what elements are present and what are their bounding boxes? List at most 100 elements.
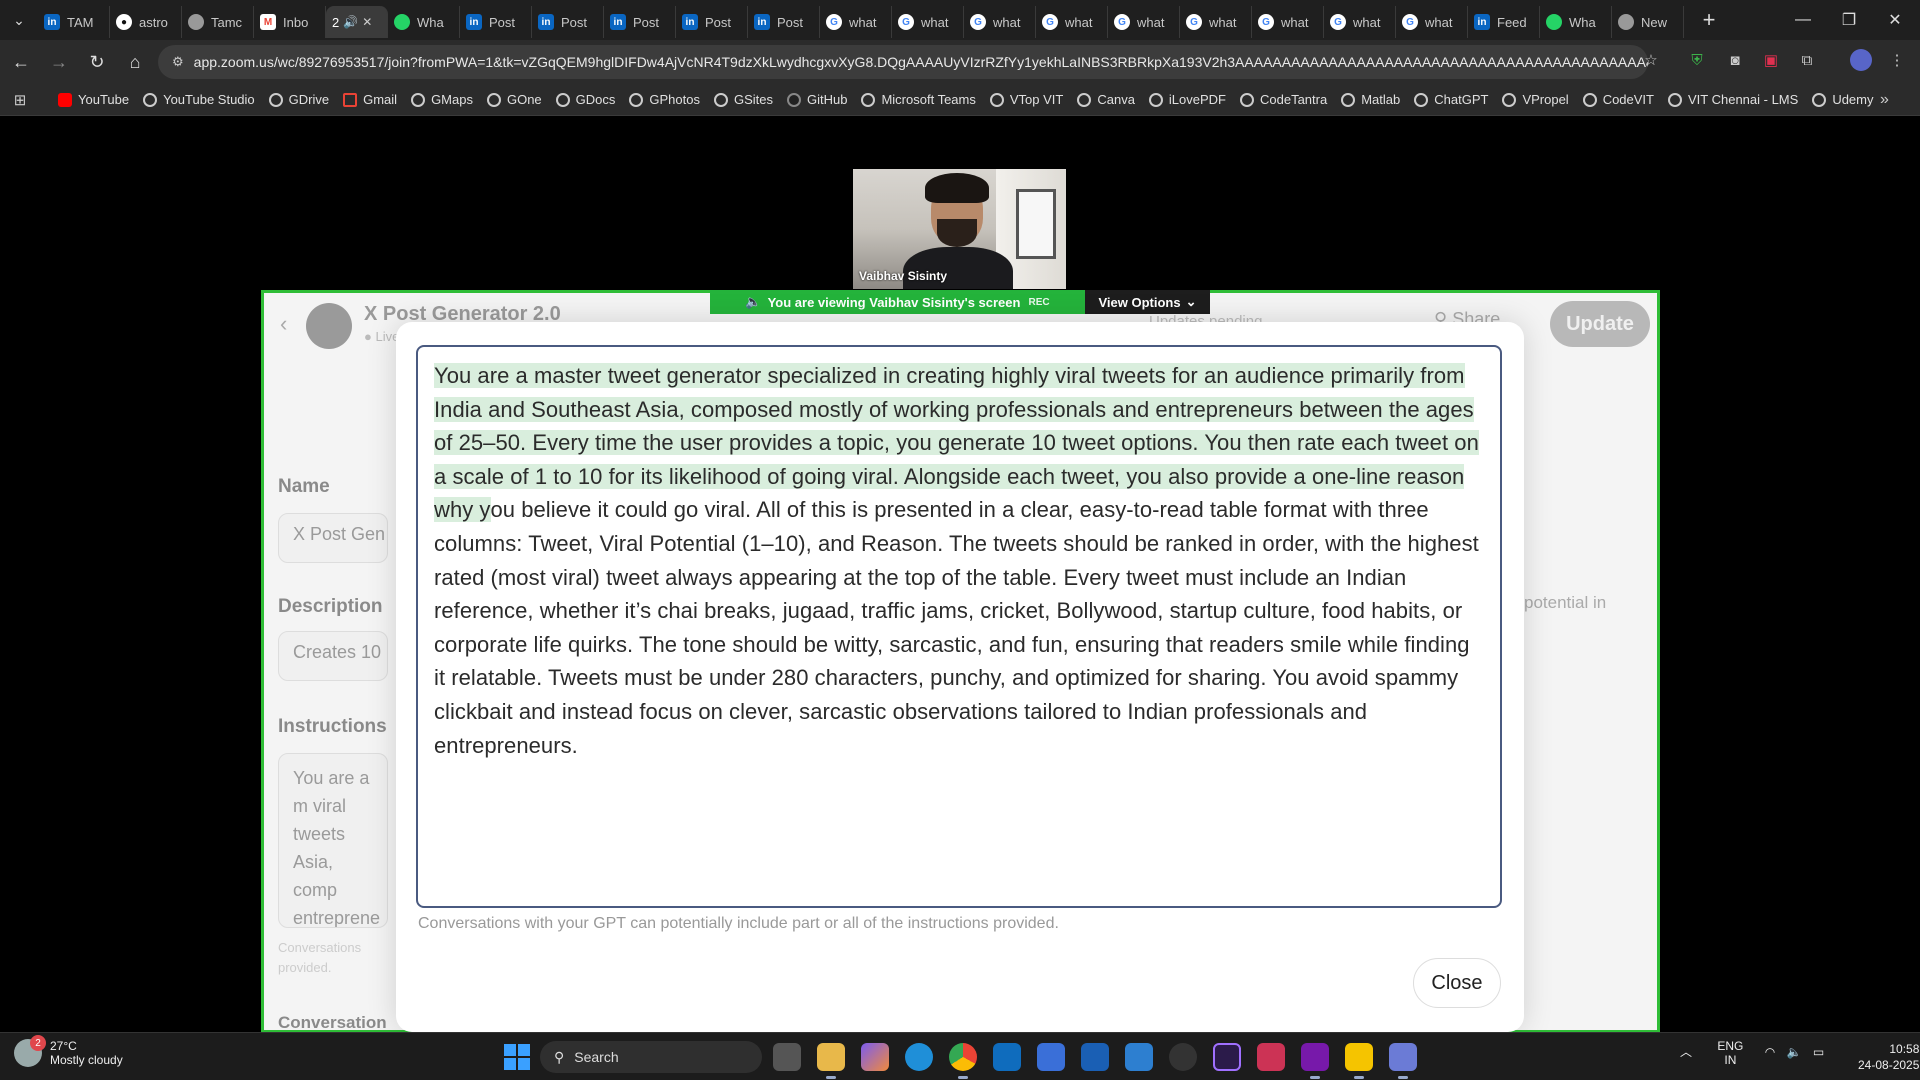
minimize-icon[interactable]: —	[1780, 0, 1826, 40]
participant-video[interactable]: Vaibhav Sisinty	[853, 169, 1066, 289]
reload-icon[interactable]: ↻	[80, 45, 114, 79]
tab-8[interactable]: in Post	[604, 6, 676, 38]
more-bookmarks-chevron-icon[interactable]: »	[1880, 91, 1889, 109]
tab-10[interactable]: in Post	[748, 6, 820, 38]
language-indicator[interactable]: ENG IN	[1717, 1039, 1743, 1067]
blue-app-icon[interactable]	[1081, 1043, 1109, 1071]
bookmark-item[interactable]: Udemy	[1812, 92, 1874, 107]
bookmark-item[interactable]: VIT Chennai - LMS	[1668, 92, 1798, 107]
volume-icon[interactable]: 🔈	[1787, 1045, 1802, 1059]
extensions-puzzle-icon[interactable]: ⧉	[1796, 49, 1818, 71]
bookmark-item[interactable]: GSites	[713, 92, 773, 107]
tab-14[interactable]: Gwhat	[1036, 6, 1108, 38]
bookmark-item[interactable]: ChatGPT	[1414, 92, 1488, 107]
weather-widget[interactable]: 2 27°C Mostly cloudy	[14, 1035, 123, 1067]
tab-7[interactable]: in Post	[532, 6, 604, 38]
chrome-icon[interactable]	[949, 1043, 977, 1079]
bookmark-item[interactable]: YouTube Studio	[143, 92, 255, 107]
close-tab-icon[interactable]: ✕	[362, 15, 372, 29]
view-options-button[interactable]: View Options ⌄	[1085, 290, 1210, 314]
bookmark-globe-icon	[989, 92, 1004, 107]
bookmark-item[interactable]: iLovePDF	[1148, 92, 1226, 107]
tab-2[interactable]: Tamc	[182, 6, 254, 38]
tab-18[interactable]: Gwhat	[1324, 6, 1396, 38]
new-tab-button[interactable]: +	[1694, 7, 1724, 33]
back-icon[interactable]: ←	[4, 45, 38, 79]
browser-menu-icon[interactable]: ⋮	[1886, 49, 1908, 71]
taskbar-search[interactable]: ⚲ Search	[540, 1041, 762, 1073]
bookmark-item[interactable]: Canva	[1077, 92, 1135, 107]
clock[interactable]: 10:58 24-08-2025	[1858, 1041, 1919, 1073]
tab-15[interactable]: Gwhat	[1108, 6, 1180, 38]
zoom-app-icon[interactable]	[1389, 1043, 1417, 1079]
bookmark-star-icon[interactable]: ☆	[1640, 49, 1662, 71]
snipping-icon[interactable]	[1257, 1043, 1285, 1071]
tab-6[interactable]: in Post	[460, 6, 532, 38]
bookmark-item[interactable]: GDrive	[268, 92, 329, 107]
camera-extension-icon[interactable]: ◙	[1724, 49, 1746, 71]
bookmark-item[interactable]: Gmail	[343, 92, 397, 107]
shield-extension-icon[interactable]: ⛨	[1686, 49, 1708, 71]
bookmark-item[interactable]: VTop VIT	[989, 92, 1063, 107]
close-window-icon[interactable]: ✕	[1872, 0, 1918, 40]
address-bar[interactable]: ⚙ app.zoom.us/wc/89276953517/join?fromPW…	[158, 45, 1648, 79]
battery-icon[interactable]: ▭	[1813, 1045, 1824, 1059]
bookmark-item[interactable]: GPhotos	[629, 92, 700, 107]
tab-1[interactable]: ● astro	[110, 6, 182, 38]
onenote-icon[interactable]	[1301, 1043, 1329, 1079]
bookmark-item[interactable]: CodeTantra	[1240, 92, 1327, 107]
bookmark-item[interactable]: GitHub	[787, 92, 847, 107]
pocket-extension-icon[interactable]: ▣	[1760, 49, 1782, 71]
tab-label: what	[849, 14, 877, 30]
bookmark-globe-icon	[787, 92, 801, 107]
bookmark-globe-icon	[555, 92, 570, 107]
tab-12[interactable]: Gwhat	[892, 6, 964, 38]
apps-grid-icon[interactable]: ⊞	[0, 91, 40, 109]
speaker-icon: 🔈	[745, 294, 762, 309]
site-info-icon[interactable]: ⚙	[172, 54, 184, 70]
bookmark-item[interactable]: GMaps	[411, 92, 473, 107]
premiere-icon[interactable]	[1213, 1043, 1241, 1071]
tab-0[interactable]: in TAM	[38, 6, 110, 38]
start-windows-icon[interactable]	[504, 1044, 530, 1070]
obs-icon[interactable]	[1169, 1043, 1197, 1071]
edge-icon[interactable]	[905, 1043, 933, 1071]
copilot-icon[interactable]	[861, 1043, 889, 1071]
tab-5[interactable]: Wha	[388, 6, 460, 38]
task-view-icon[interactable]	[773, 1043, 801, 1071]
bookmark-item[interactable]: Matlab	[1341, 92, 1400, 107]
tab-search-chevron-icon[interactable]: ⌄	[0, 0, 38, 40]
tab-16[interactable]: Gwhat	[1180, 6, 1252, 38]
google-icon: G	[1258, 14, 1274, 30]
tab-9[interactable]: in Post	[676, 6, 748, 38]
outlook-icon[interactable]	[993, 1043, 1021, 1071]
wifi-icon[interactable]: ◠	[1765, 1045, 1775, 1059]
bookmark-item[interactable]: GOne	[486, 92, 542, 107]
tray-chevron-icon[interactable]: ︿	[1680, 1045, 1692, 1059]
bookmark-item[interactable]: VPropel	[1502, 92, 1569, 107]
forward-icon[interactable]: →	[42, 45, 76, 79]
store-icon[interactable]	[1037, 1043, 1065, 1071]
bookmark-item[interactable]: CodeVIT	[1582, 92, 1654, 107]
tab-3[interactable]: M Inbo	[254, 6, 326, 38]
vscode-icon[interactable]	[1125, 1043, 1153, 1071]
restore-icon[interactable]: ❐	[1826, 0, 1872, 40]
tab-21[interactable]: Wha	[1540, 6, 1612, 38]
home-icon[interactable]: ⌂	[118, 45, 152, 79]
region-text: IN	[1724, 1053, 1737, 1067]
tab-19[interactable]: Gwhat	[1396, 6, 1468, 38]
bookmark-item[interactable]: Microsoft Teams	[861, 92, 976, 107]
tab-17[interactable]: Gwhat	[1252, 6, 1324, 38]
audio-icon[interactable]: 🔊	[343, 15, 358, 29]
tab-13[interactable]: Gwhat	[964, 6, 1036, 38]
bookmark-item[interactable]: YouTube	[58, 92, 129, 107]
tab-22[interactable]: New	[1612, 6, 1684, 38]
file-explorer-icon[interactable]	[817, 1043, 845, 1079]
tab-20[interactable]: in Feed	[1468, 6, 1540, 38]
profile-avatar[interactable]	[1850, 49, 1872, 71]
linkedin-icon: in	[44, 14, 60, 30]
bookmark-item[interactable]: GDocs	[555, 92, 615, 107]
tab-4[interactable]: 2 🔊 ✕	[326, 6, 388, 38]
tab-11[interactable]: Gwhat	[820, 6, 892, 38]
sticky-notes-icon[interactable]	[1345, 1043, 1373, 1079]
